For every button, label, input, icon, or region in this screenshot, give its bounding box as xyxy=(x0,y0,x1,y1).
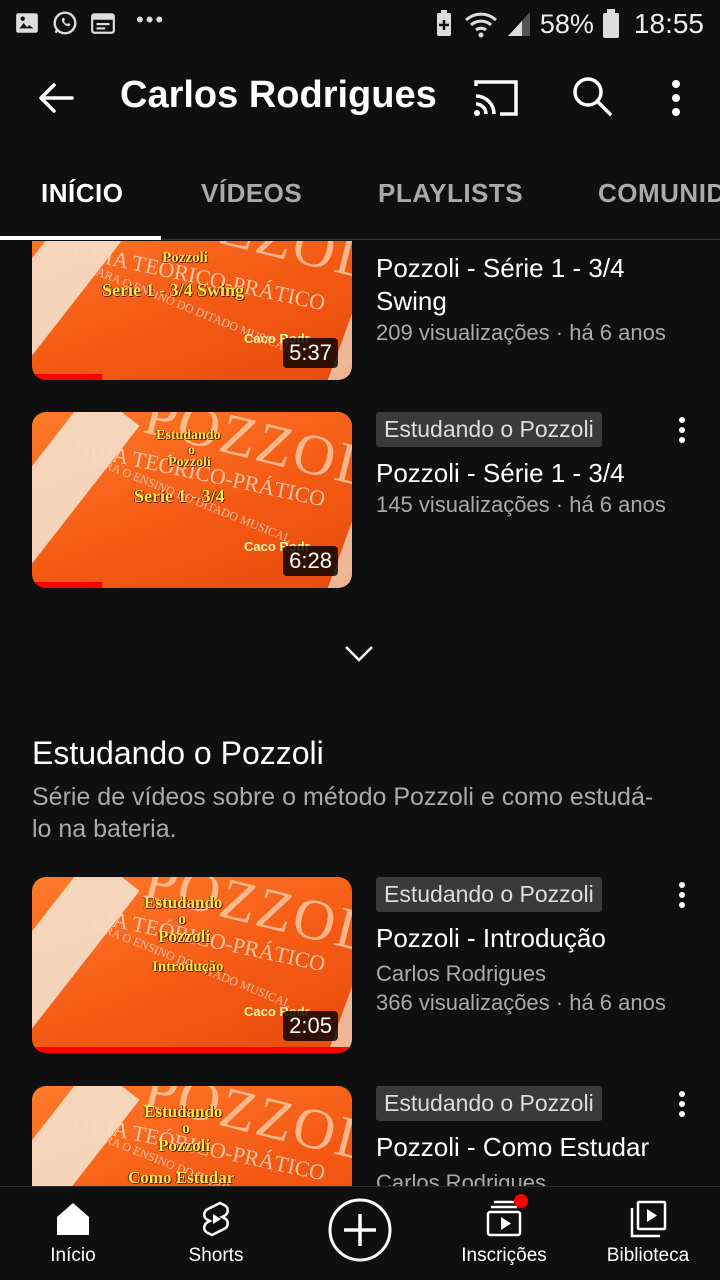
nav-label: Biblioteca xyxy=(606,1245,690,1266)
video-title[interactable]: Pozzoli - Série 1 - 3/4 xyxy=(376,457,666,490)
more-vert-icon[interactable] xyxy=(672,877,692,913)
video-card[interactable]: POZZOLI GUIA TEÓRICO-PRÁTICO PARA O ENSI… xyxy=(32,1086,692,1186)
video-thumbnail[interactable]: POZZOLI GUIA TEÓRICO-PRÁTICO PARA O ENSI… xyxy=(32,1086,352,1186)
nav-item-inicio[interactable]: Início xyxy=(3,1199,143,1267)
video-duration: 2:05 xyxy=(283,1011,338,1041)
section-description: Série de vídeos sobre o método Pozzoli e… xyxy=(32,783,654,843)
nav-item-inscricoes[interactable]: Inscrições xyxy=(434,1194,574,1267)
signal-icon xyxy=(507,12,530,36)
battery-icon xyxy=(602,9,619,38)
battery-percent: 58% xyxy=(539,8,594,39)
thumbnail-line: Serie 1 - 3/4 Swing xyxy=(102,280,244,300)
channel-tabs: INÍCIO VÍDEOS PLAYLISTS COMUNID xyxy=(0,146,720,240)
status-bar: ••• 58% 18:55 xyxy=(0,0,720,50)
playlist-badge: Estudando o Pozzoli xyxy=(376,877,602,912)
more-vert-icon[interactable] xyxy=(672,412,692,448)
thumbnail-line: Pozzoli xyxy=(162,250,208,266)
home-feed[interactable]: POZZOLI GUIA TEÓRICO-PRÁTICO PARA O ENSI… xyxy=(0,241,720,1186)
video-thumbnail[interactable]: POZZOLI GUIA TEÓRICO-PRÁTICO PARA O ENSI… xyxy=(32,241,352,380)
nav-item-shorts[interactable]: Shorts xyxy=(146,1199,286,1267)
video-meta: 209 visualizações · há 6 anos xyxy=(376,320,666,345)
search-icon[interactable] xyxy=(568,72,616,120)
chevron-down-icon[interactable] xyxy=(342,641,376,665)
video-title[interactable]: Pozzoli - Série 1 - 3/4 Swing xyxy=(376,252,666,318)
thumbnail-line: Estudando xyxy=(156,428,221,443)
bottom-navigation: Início Shorts Inscrições Biblioteca xyxy=(0,1186,720,1280)
clock: 18:55 xyxy=(633,8,704,39)
watch-progress-bar xyxy=(32,582,102,588)
thumbnail-line: Pozzoli xyxy=(158,927,210,946)
video-meta: 145 visualizações · há 6 anos xyxy=(376,492,666,517)
video-duration: 5:37 xyxy=(283,338,338,368)
library-icon xyxy=(630,1200,667,1238)
wifi-icon xyxy=(464,12,497,38)
playlist-badge: Estudando o Pozzoli xyxy=(376,1086,602,1121)
video-channel: Carlos Rodrigues xyxy=(376,961,546,986)
video-info: Pozzoli - Série 1 - 3/4 Swing 209 visual… xyxy=(376,241,666,347)
thumbnail-line: Introdução xyxy=(152,959,224,975)
video-info: Estudando o Pozzoli Pozzoli - Como Estud… xyxy=(376,1086,666,1186)
thumbnail-line: Serie 1 - 3/4 xyxy=(134,486,225,506)
tab-comunidade[interactable]: COMUNID xyxy=(598,178,720,209)
video-info: Estudando o Pozzoli Pozzoli - Série 1 - … xyxy=(376,412,666,519)
nav-label: Início xyxy=(50,1245,96,1266)
app-bar: Carlos Rodrigues xyxy=(0,50,720,146)
nav-item-biblioteca[interactable]: Biblioteca xyxy=(578,1199,718,1267)
channel-title: Carlos Rodrigues xyxy=(120,74,437,116)
video-title[interactable]: Pozzoli - Como Estudar xyxy=(376,1131,666,1164)
tab-videos[interactable]: VÍDEOS xyxy=(201,178,302,209)
video-card[interactable]: POZZOLI GUIA TEÓRICO-PRÁTICO PARA O ENSI… xyxy=(32,877,692,1053)
video-card[interactable]: POZZOLI GUIA TEÓRICO-PRÁTICO PARA O ENSI… xyxy=(32,412,692,588)
thumbnail-line: Estudando xyxy=(144,1102,223,1121)
thumbnail-line: Estudando xyxy=(144,893,223,912)
video-card[interactable]: POZZOLI GUIA TEÓRICO-PRÁTICO PARA O ENSI… xyxy=(32,241,692,380)
watch-progress-bar xyxy=(32,374,102,380)
video-title[interactable]: Pozzoli - Introdução xyxy=(376,922,666,955)
tab-inicio[interactable]: INÍCIO xyxy=(41,178,123,209)
more-dots-icon: ••• xyxy=(136,7,166,32)
video-channel: Carlos Rodrigues xyxy=(376,1170,546,1186)
tab-playlists[interactable]: PLAYLISTS xyxy=(378,178,523,209)
thumbnail-line: Pozzoli xyxy=(168,455,211,470)
video-duration: 6:28 xyxy=(283,546,338,576)
playlist-badge: Estudando o Pozzoli xyxy=(376,412,602,447)
nav-label: Inscrições xyxy=(461,1245,547,1266)
calendar-icon xyxy=(91,13,115,34)
notification-dot xyxy=(514,1194,528,1208)
video-thumbnail[interactable]: POZZOLI GUIA TEÓRICO-PRÁTICO PARA O ENSI… xyxy=(32,877,352,1053)
watch-progress-bar xyxy=(32,1047,352,1053)
thumbnail-line: Como Estudar xyxy=(128,1168,235,1186)
video-info: Estudando o Pozzoli Pozzoli - Introdução… xyxy=(376,877,666,1017)
create-icon[interactable] xyxy=(327,1197,393,1263)
thumbnail-line: Pozzoli xyxy=(158,1136,210,1155)
video-thumbnail[interactable]: POZZOLI GUIA TEÓRICO-PRÁTICO PARA O ENSI… xyxy=(32,412,352,588)
gallery-icon xyxy=(16,13,38,33)
more-vert-icon[interactable] xyxy=(656,72,696,124)
video-meta: 366 visualizações · há 6 anos xyxy=(376,990,666,1015)
back-arrow-icon[interactable] xyxy=(32,74,80,122)
shorts-icon xyxy=(203,1201,229,1237)
nav-label: Shorts xyxy=(188,1245,244,1266)
more-vert-icon[interactable] xyxy=(672,1086,692,1122)
whatsapp-icon xyxy=(53,11,77,35)
cast-icon[interactable] xyxy=(470,74,522,122)
tab-indicator xyxy=(0,236,161,240)
battery-saver-icon xyxy=(436,10,451,36)
section-title[interactable]: Estudando o Pozzoli xyxy=(32,735,324,772)
home-icon xyxy=(57,1203,89,1235)
